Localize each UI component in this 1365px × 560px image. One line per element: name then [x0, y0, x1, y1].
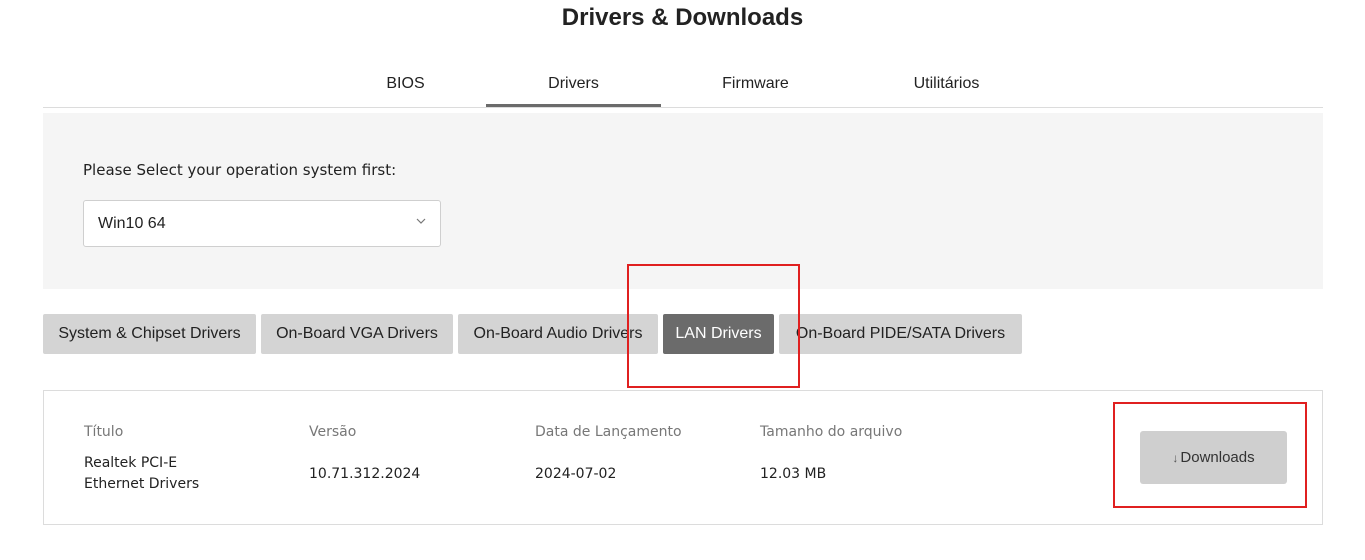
header-file-size: Tamanho do arquivo: [760, 424, 903, 440]
header-version: Versão: [309, 424, 357, 440]
tab-firmware[interactable]: Firmware: [683, 60, 828, 104]
os-select-value: Win10 64: [98, 215, 166, 232]
category-onboard-vga-drivers[interactable]: On-Board VGA Drivers: [261, 314, 453, 354]
driver-file-size: 12.03 MB: [760, 466, 827, 482]
highlight-box-downloads: [1113, 402, 1307, 508]
os-select-dropdown[interactable]: Win10 64: [83, 200, 441, 247]
category-system-chipset-drivers[interactable]: System & Chipset Drivers: [43, 314, 256, 354]
header-title: Título: [84, 424, 124, 440]
tab-utilitarios[interactable]: Utilitários: [858, 60, 1035, 104]
os-selection-panel: Please Select your operation system firs…: [43, 113, 1323, 289]
driver-title: Realtek PCI-E Ethernet Drivers: [84, 453, 264, 495]
page-title: Drivers & Downloads: [561, 4, 804, 31]
driver-title-line2: Ethernet Drivers: [84, 476, 200, 492]
tab-drivers[interactable]: Drivers: [486, 60, 661, 107]
chevron-down-icon: [416, 218, 426, 224]
category-onboard-pide-sata-drivers[interactable]: On-Board PIDE/SATA Drivers: [779, 314, 1022, 354]
driver-version: 10.71.312.2024: [309, 466, 421, 482]
page: Drivers & Downloads BIOS Drivers Firmwar…: [0, 0, 1365, 560]
driver-title-line1: Realtek PCI-E: [84, 455, 178, 471]
driver-release-date: 2024-07-02: [535, 466, 617, 482]
header-release-date: Data de Lançamento: [535, 424, 682, 440]
highlight-box-lan-drivers: [627, 264, 800, 388]
tab-bios[interactable]: BIOS: [348, 60, 463, 104]
os-select-label: Please Select your operation system firs…: [83, 161, 397, 179]
tab-bar: BIOS Drivers Firmware Utilitários: [43, 60, 1323, 108]
